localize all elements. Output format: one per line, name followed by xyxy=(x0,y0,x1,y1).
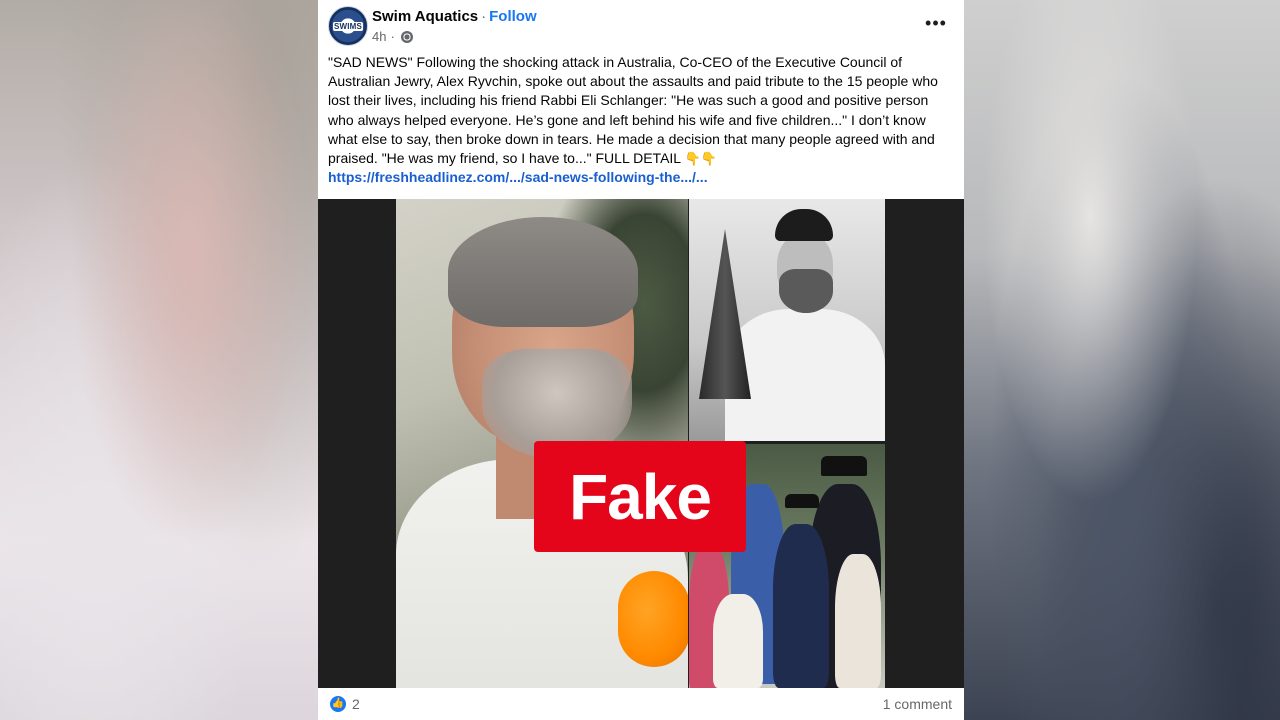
post-meta: 4h · xyxy=(372,29,413,44)
fake-label-badge: Fake xyxy=(534,441,746,552)
like-reaction-icon[interactable]: 👍 xyxy=(330,696,346,712)
rabbi-shirt xyxy=(725,309,885,441)
comment-count[interactable]: 1 comment xyxy=(883,696,952,712)
globe-icon xyxy=(400,30,413,43)
rabbi-beard xyxy=(779,269,833,313)
blurred-background-left xyxy=(0,0,318,720)
family-member xyxy=(773,524,829,688)
black-hat xyxy=(785,494,819,508)
meta-dot: · xyxy=(390,29,395,44)
follow-button[interactable]: Follow xyxy=(489,8,537,25)
gray-hair xyxy=(448,217,638,327)
post-timestamp[interactable]: 4h xyxy=(372,29,386,44)
avatar-text: SWIMS xyxy=(332,21,364,31)
page-name[interactable]: Swim Aquatics xyxy=(372,8,478,25)
post-footer: 👍 2 1 comment xyxy=(318,688,964,720)
black-hat xyxy=(821,456,867,476)
post-body: "SAD NEWS" Following the shocking attack… xyxy=(328,53,956,187)
post-image[interactable]: Fake xyxy=(318,199,964,688)
more-options-icon[interactable]: ••• xyxy=(918,14,954,38)
reaction-count[interactable]: 2 xyxy=(352,696,360,712)
rabbi-cap xyxy=(775,209,833,241)
photo-rabbi-portrait xyxy=(689,199,885,441)
name-row: Swim Aquatics · Follow xyxy=(372,8,537,25)
separator-dot: · xyxy=(481,8,487,25)
family-member xyxy=(713,594,763,688)
post-message: "SAD NEWS" Following the shocking attack… xyxy=(328,54,938,167)
fake-label-text: Fake xyxy=(569,460,712,533)
page-avatar[interactable]: SWIMS xyxy=(328,6,368,46)
facebook-post: SWIMS Swim Aquatics · Follow 4h · ••• "SAD… xyxy=(318,0,964,720)
post-link[interactable]: https://freshheadlinez.com/.../sad-news-… xyxy=(328,168,956,187)
family-member xyxy=(835,554,881,688)
shell-fragment xyxy=(699,229,751,399)
post-header: SWIMS Swim Aquatics · Follow 4h · ••• xyxy=(318,0,964,52)
orange-microphone xyxy=(618,571,688,667)
blurred-background-right xyxy=(964,0,1280,720)
pointing-down-emoji: 👇👇 xyxy=(684,151,717,167)
